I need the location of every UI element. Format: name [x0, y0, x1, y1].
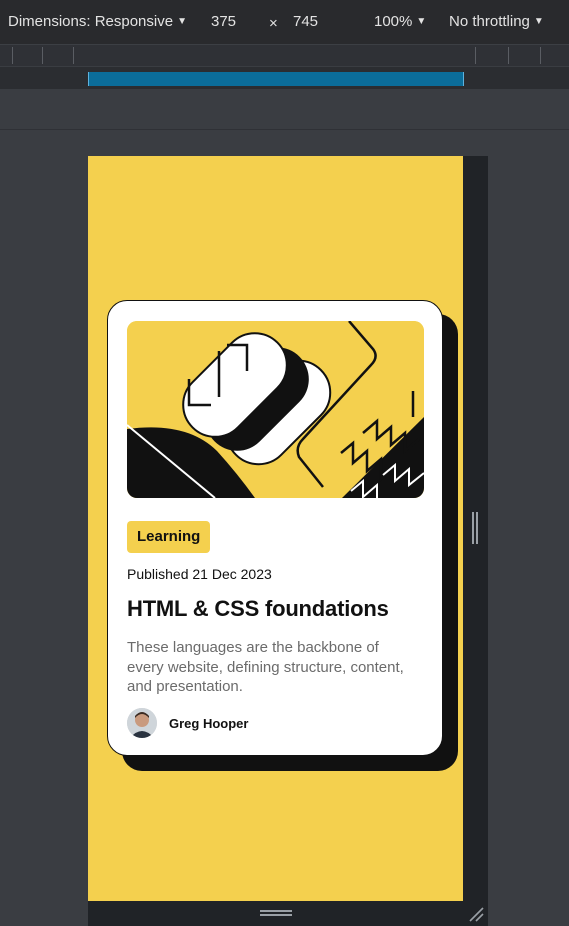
height-input[interactable]: 745	[293, 13, 318, 30]
media-query-divider	[540, 47, 541, 64]
device-toolbar: Dimensions: Responsive ▼ 375 × 745 100% ▼ …	[0, 0, 569, 45]
card-description: These languages are the backbone of ever…	[127, 639, 404, 695]
ruler-divider	[0, 129, 569, 130]
media-query-bar[interactable]	[0, 45, 569, 66]
caret-down-icon: ▼	[416, 16, 427, 27]
category-tag: Learning	[127, 521, 211, 553]
media-query-divider	[73, 47, 74, 64]
card-title[interactable]: HTML & CSS foundations	[127, 596, 389, 622]
media-query-divider	[475, 47, 476, 64]
caret-down-icon: ▼	[177, 16, 187, 27]
throttling-label: No throttling	[449, 13, 530, 30]
resize-corner-icon[interactable]	[467, 905, 485, 923]
dimensions-dropdown[interactable]: Dimensions: Responsive ▼	[8, 13, 187, 30]
zoom-label: 100%	[374, 13, 413, 30]
resize-handle-bottom[interactable]	[260, 910, 292, 916]
author-info: Greg Hooper	[127, 708, 248, 738]
avatar	[127, 708, 157, 738]
author-name: Greg Hooper	[169, 715, 249, 731]
media-query-divider	[508, 47, 509, 64]
dimensions-label: Dimensions: Responsive	[8, 13, 174, 30]
published-date: Published 21 Dec 2023	[127, 566, 272, 582]
caret-down-icon: ▼	[533, 16, 544, 27]
throttling-dropdown[interactable]: No throttling ▼	[449, 13, 544, 30]
blog-preview-card[interactable]: Learning Published 21 Dec 2023 HTML & CS…	[107, 300, 443, 756]
active-media-query[interactable]	[88, 72, 464, 86]
width-input[interactable]: 375	[211, 13, 236, 30]
avatar-icon	[127, 708, 157, 738]
media-query-divider	[12, 47, 13, 64]
card-illustration	[127, 321, 424, 498]
resize-handle-right[interactable]	[472, 512, 478, 544]
abstract-illustration-icon	[127, 321, 424, 498]
times-symbol: ×	[269, 15, 278, 32]
zoom-dropdown[interactable]: 100% ▼	[374, 13, 426, 30]
media-query-divider	[42, 47, 43, 64]
